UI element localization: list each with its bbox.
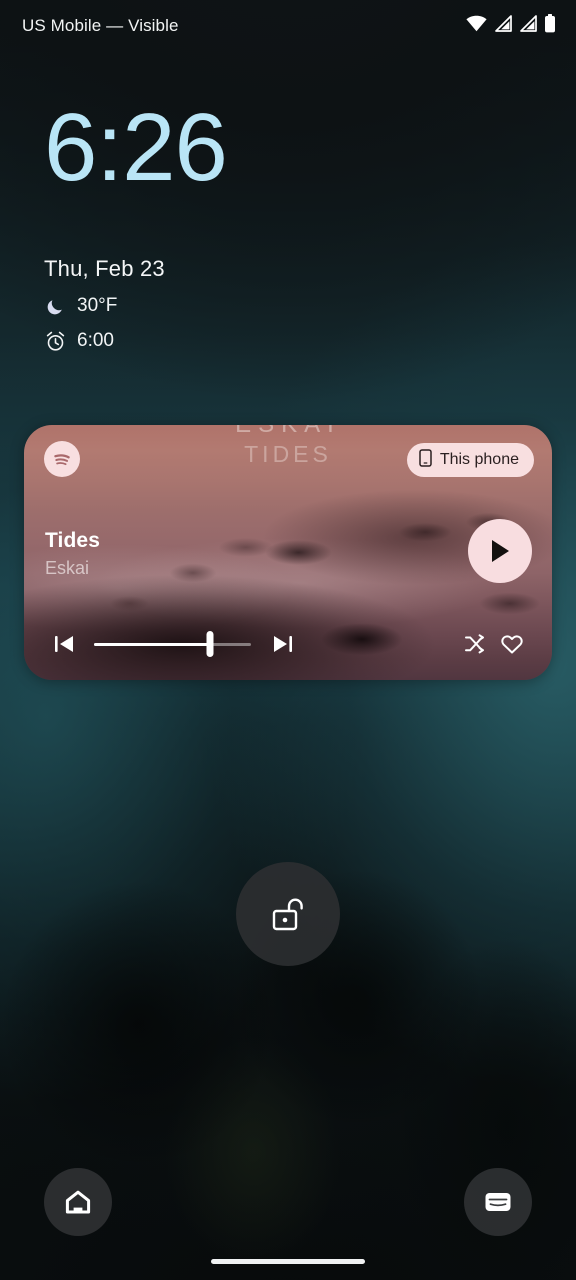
home-shortcut[interactable]	[44, 1168, 112, 1236]
status-icons	[466, 14, 556, 38]
play-button[interactable]	[468, 519, 532, 583]
cellular-signal-icon-1	[494, 15, 512, 37]
phone-icon	[419, 448, 432, 472]
media-controls	[24, 622, 552, 666]
device-chip-label: This phone	[439, 451, 519, 468]
track-info: Tides Eskai	[45, 529, 100, 579]
temperature-label: 30°F	[77, 295, 118, 316]
skip-previous-icon	[55, 636, 73, 652]
weather-row[interactable]: 30°F	[44, 295, 165, 317]
spotify-icon[interactable]	[44, 441, 80, 477]
home-icon	[65, 1190, 91, 1214]
home-indicator[interactable]	[211, 1259, 365, 1264]
media-player-card[interactable]: ESKAI TIDES This phone Tides Eskai	[24, 425, 552, 680]
heart-outline-icon	[501, 635, 523, 654]
cellular-signal-icon-2	[519, 15, 537, 37]
shuffle-icon	[465, 634, 484, 654]
carrier-label: US Mobile — Visible	[22, 16, 179, 35]
progress-fill	[94, 642, 211, 646]
track-artist: Eskai	[45, 558, 90, 578]
wifi-icon	[466, 15, 487, 37]
moon-icon	[44, 297, 66, 316]
progress-thumb[interactable]	[206, 631, 214, 657]
lock-screen-info-column: Thu, Feb 23 30°F 6:00	[44, 256, 165, 352]
favorite-button[interactable]	[494, 626, 530, 662]
output-device-chip[interactable]: This phone	[406, 443, 534, 477]
next-track-button[interactable]	[265, 626, 301, 662]
progress-slider[interactable]	[94, 626, 251, 662]
date-label: Thu, Feb 23	[44, 256, 165, 281]
battery-icon	[544, 14, 556, 38]
alarm-clock-icon	[44, 331, 66, 352]
alarm-time-label: 6:00	[77, 330, 114, 351]
status-bar: US Mobile — Visible	[0, 0, 576, 52]
wallet-shortcut[interactable]	[464, 1168, 532, 1236]
alarm-row[interactable]: 6:00	[44, 330, 165, 352]
wallet-icon	[485, 1193, 511, 1211]
previous-track-button[interactable]	[46, 626, 82, 662]
shuffle-button[interactable]	[458, 626, 494, 662]
lock-screen-clock: 6:26	[44, 94, 228, 201]
track-title: Tides	[45, 529, 100, 552]
unlock-button[interactable]	[236, 862, 340, 966]
album-art-title: ESKAI	[24, 425, 552, 438]
skip-next-icon	[274, 636, 292, 652]
play-icon	[492, 540, 509, 562]
unlock-padlock-icon	[272, 898, 303, 931]
